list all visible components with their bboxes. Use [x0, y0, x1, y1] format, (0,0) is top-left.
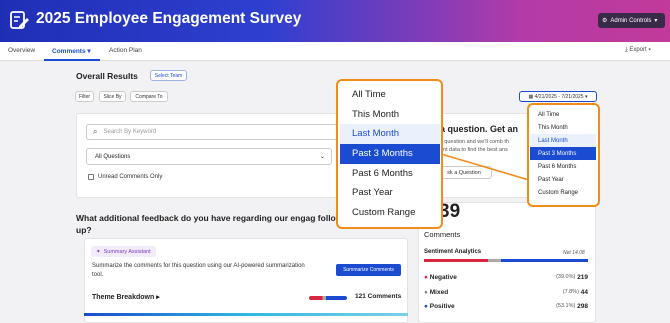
zoom-option-all-time: All Time — [352, 89, 386, 101]
section-title: Overall Results — [76, 71, 138, 81]
summary-assistant-badge: ✦ Summary Assistant — [91, 246, 156, 257]
search-icon: ⌕ — [93, 127, 98, 136]
download-icon: ⤓ — [625, 47, 628, 53]
select-team-button[interactable]: Select Team — [150, 70, 187, 81]
page-title: 2025 Employee Engagement Survey — [36, 10, 302, 27]
range-option-past-3-months[interactable]: Past 3 Months — [530, 147, 596, 160]
theme-accent-line — [84, 313, 408, 316]
zoom-option-past-year: Past Year — [352, 187, 393, 199]
tab-comments-label: Comments — [52, 48, 86, 55]
zoom-option-custom-range: Custom Range — [352, 207, 416, 219]
ask-text-1: y question and we'll comb th — [440, 139, 509, 145]
caret-right-icon: ▸ — [156, 294, 160, 301]
question-text: What additional feedback do you have reg… — [76, 213, 346, 235]
comments-label: Comments — [424, 230, 461, 239]
chevron-down-icon: ▾ — [654, 18, 658, 24]
ask-text-2: ent data to find the best ans — [440, 147, 508, 153]
ask-question-button[interactable]: sk a Question — [436, 166, 492, 179]
net-score: Net 14.08 — [563, 250, 585, 256]
sentiment-row-positive: ● Positive (53.1%) 298 — [424, 300, 588, 312]
gear-icon: ⚙ — [602, 18, 608, 24]
questions-select-value: All Questions — [95, 153, 131, 160]
tab-bar — [0, 42, 670, 61]
negative-label: Negative — [429, 273, 457, 281]
negative-count: 219 — [577, 273, 588, 281]
unread-checkbox-row[interactable]: Unread Comments Only — [88, 174, 162, 180]
range-option-past-6-months[interactable]: Past 6 Months — [530, 160, 596, 173]
negative-dot-icon: ● — [424, 273, 428, 281]
summarize-comments-button[interactable]: Summarize Comments — [336, 264, 401, 276]
mixed-label: Mixed — [429, 288, 449, 296]
negative-pct: (39.0%) — [556, 274, 576, 280]
tab-overview[interactable]: Overview — [8, 47, 35, 54]
positive-count: 298 — [577, 302, 588, 310]
chevron-down-icon: ⌄ — [319, 154, 325, 160]
theme-count: 121 Comments — [355, 293, 402, 300]
export-label: Export — [629, 47, 647, 53]
theme-label: Theme Breakdown — [92, 294, 155, 301]
tab-action-plan[interactable]: Action Plan — [109, 47, 142, 54]
zoom-option-past-6-months: Past 6 Months — [352, 168, 413, 180]
zoom-option-this-month: This Month — [352, 109, 399, 121]
questions-select[interactable]: All Questions ⌄ — [86, 148, 332, 165]
date-range-label: 4/21/2025 - 7/21/2025 — [534, 93, 584, 100]
sparkle-icon: ✦ — [96, 248, 101, 255]
range-option-last-month[interactable]: Last Month — [530, 134, 596, 147]
export-button[interactable]: ⤓ Export ▾ — [625, 47, 651, 54]
ask-heading: a question. Get an — [440, 124, 519, 134]
admin-controls-label: Admin Controls — [610, 17, 652, 24]
range-option-this-month[interactable]: This Month — [530, 121, 596, 134]
compare-to-button[interactable]: Compare To — [130, 91, 168, 102]
mixed-dot-icon: ● — [424, 288, 428, 296]
summary-assistant-label: Summary Assistant — [103, 248, 151, 255]
zoom-option-past-3-months: Past 3 Months — [340, 144, 440, 164]
unread-label: Unread Comments Only — [98, 174, 163, 180]
sentiment-title: Sentiment Analytics — [424, 249, 482, 255]
sentiment-row-mixed: ● Mixed (7.8%) 44 — [424, 286, 588, 298]
range-option-custom-range[interactable]: Custom Range — [530, 186, 596, 199]
positive-dot-icon: ● — [424, 302, 428, 310]
range-option-all-time[interactable]: All Time — [530, 108, 596, 121]
positive-label: Positive — [429, 302, 455, 310]
sentiment-bar — [424, 259, 588, 262]
search-placeholder: Search By Keyword — [103, 129, 157, 135]
mixed-count: 44 — [580, 288, 588, 296]
theme-sentiment-bar — [309, 296, 347, 300]
theme-breakdown-toggle[interactable]: Theme Breakdown ▸ — [92, 293, 160, 301]
tab-comments[interactable]: Comments ▾ — [52, 47, 91, 55]
slice-by-button[interactable]: Slice By — [99, 91, 126, 102]
calendar-icon: ▦ — [528, 93, 534, 100]
active-tab-indicator — [44, 59, 100, 61]
filter-button[interactable]: Filter — [75, 91, 94, 102]
admin-controls-button[interactable]: ⚙ Admin Controls ▾ — [598, 13, 665, 28]
unread-checkbox[interactable] — [88, 174, 94, 180]
sentiment-row-negative: ● Negative (39.0%) 219 — [424, 271, 588, 283]
search-input[interactable]: ⌕ Search By Keyword — [86, 124, 340, 140]
chevron-down-icon: ▾ — [87, 48, 91, 55]
survey-logo-icon — [10, 11, 29, 29]
zoom-option-last-month: Last Month — [340, 124, 440, 144]
date-range-button[interactable]: ▦ 4/21/2025 - 7/21/2025 ▾ — [519, 91, 597, 102]
range-option-past-year[interactable]: Past Year — [530, 173, 596, 186]
assistant-text: Summarize the comments for this question… — [92, 263, 305, 278]
positive-pct: (53.1%) — [556, 303, 576, 309]
mixed-pct: (7.8%) — [562, 289, 579, 295]
